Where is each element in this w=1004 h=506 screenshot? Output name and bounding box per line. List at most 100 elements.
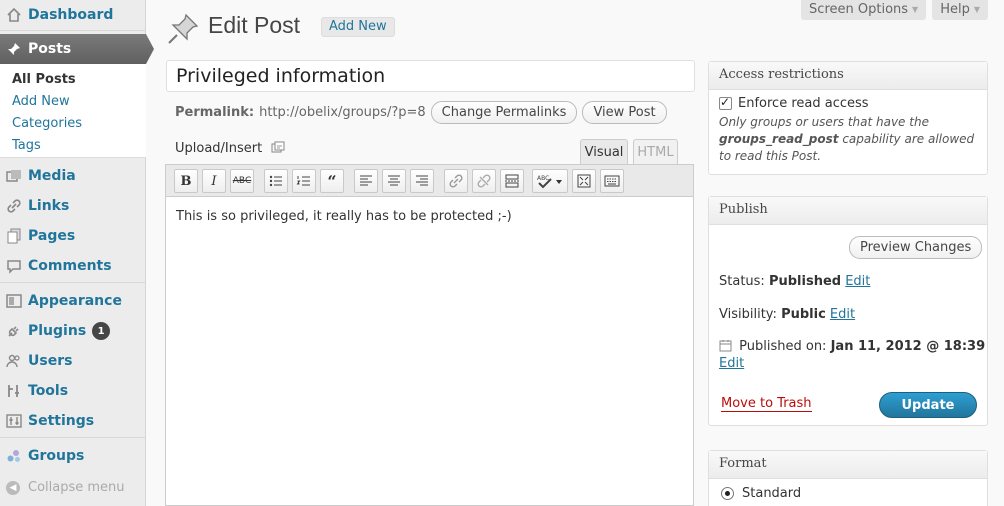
menu-dashboard[interactable]: Dashboard (0, 0, 146, 30)
home-icon (6, 7, 22, 23)
edit-visibility-link[interactable]: Edit (830, 307, 855, 322)
menu-groups-label: Groups (28, 448, 85, 464)
menu-plugins-label: Plugins (28, 323, 87, 339)
menu-settings-label: Settings (28, 413, 95, 429)
published-on-value: Jan 11, 2012 @ 18:39 (830, 339, 986, 354)
unlink-icon (477, 174, 491, 188)
access-restrictions-box: Access restrictions Enforce read access … (708, 61, 988, 175)
menu-links[interactable]: Links (0, 191, 146, 221)
menu-users[interactable]: Users (0, 346, 146, 376)
posts-submenu: All Posts Add New Categories Tags (0, 64, 146, 158)
pages-icon (6, 228, 22, 244)
insert-link-button[interactable] (444, 169, 468, 193)
align-right-icon (416, 175, 428, 186)
kitchen-sink-button[interactable] (600, 169, 624, 193)
menu-dashboard-label: Dashboard (28, 7, 114, 23)
menu-pages[interactable]: Pages (0, 221, 146, 251)
menu-plugins[interactable]: Plugins 1 (0, 316, 146, 346)
editor-content-area[interactable]: This is so privileged, it really has to … (166, 197, 693, 236)
publish-box: Publish Preview Changes Status: Publishe… (708, 196, 988, 426)
unlink-button[interactable] (472, 169, 496, 193)
bold-button[interactable]: B (174, 169, 198, 193)
pushpin-icon (166, 12, 200, 46)
enforce-read-access-label: Enforce read access (738, 96, 869, 111)
menu-posts[interactable]: Posts (0, 34, 154, 64)
groups-icon (6, 448, 22, 464)
fullscreen-button[interactable] (572, 169, 596, 193)
submenu-add-new[interactable]: Add New (12, 94, 70, 109)
screen-options-label: Screen Options (809, 2, 909, 17)
screen-options-button[interactable]: Screen Options ▼ (801, 0, 927, 20)
upload-insert: Upload/Insert (175, 140, 286, 156)
add-new-button[interactable]: Add New (321, 17, 395, 37)
align-left-button[interactable] (354, 169, 378, 193)
menu-users-label: Users (28, 353, 73, 369)
bullet-list-button[interactable] (264, 169, 288, 193)
numbered-list-icon (296, 176, 310, 186)
plug-icon (6, 323, 22, 339)
menu-comments[interactable]: Comments (0, 251, 146, 281)
help-button[interactable]: Help ▼ (932, 0, 988, 20)
status-row: Status: Published Edit (719, 274, 870, 289)
submenu-categories[interactable]: Categories (12, 116, 82, 131)
menu-appearance[interactable]: Appearance (0, 286, 146, 316)
numbered-list-button[interactable] (292, 169, 316, 193)
menu-tools[interactable]: Tools (0, 376, 146, 406)
chevron-down-icon: ▼ (912, 5, 919, 14)
menu-separator (0, 437, 146, 438)
insert-more-button[interactable] (500, 169, 524, 193)
access-restrictions-title: Access restrictions (709, 62, 987, 90)
users-icon (6, 353, 22, 369)
add-media-icon[interactable] (270, 140, 286, 156)
status-label: Status: (719, 274, 765, 289)
format-option-standard: Standard (709, 479, 987, 506)
move-to-trash-link[interactable]: Move to Trash (721, 396, 812, 412)
collapse-menu-button[interactable]: ◀ Collapse menu (6, 480, 125, 495)
visibility-row: Visibility: Public Edit (719, 307, 855, 322)
spellcheck-icon: ABC (537, 175, 562, 189)
upload-insert-label: Upload/Insert (175, 140, 263, 156)
settings-icon (6, 413, 22, 429)
align-right-button[interactable] (410, 169, 434, 193)
align-center-button[interactable] (382, 169, 406, 193)
tab-visual[interactable]: Visual (580, 139, 628, 164)
menu-groups[interactable]: Groups (0, 441, 146, 471)
edit-status-link[interactable]: Edit (845, 274, 870, 289)
edit-date-link[interactable]: Edit (719, 356, 744, 371)
menu-pages-label: Pages (28, 228, 76, 244)
menu-settings[interactable]: Settings (0, 406, 146, 436)
spellcheck-button[interactable]: ABC (532, 169, 568, 193)
comment-bubble-icon (6, 258, 22, 274)
submenu-all-posts[interactable]: All Posts (12, 72, 76, 87)
svg-text:ABC: ABC (537, 175, 549, 182)
pin-icon (6, 41, 22, 57)
italic-button[interactable]: I (202, 169, 226, 193)
align-left-icon (360, 175, 372, 186)
menu-media[interactable]: Media (0, 161, 146, 191)
access-description: Only groups or users that have the group… (719, 114, 977, 165)
post-title-input[interactable]: Privileged information (166, 60, 695, 92)
strikethrough-button[interactable]: ABC (230, 169, 254, 193)
tab-html[interactable]: HTML (633, 139, 678, 164)
menu-posts-label: Posts (28, 41, 72, 57)
enforce-read-access-checkbox[interactable] (719, 95, 732, 110)
align-center-icon (388, 175, 400, 186)
preview-changes-button[interactable]: Preview Changes (849, 236, 983, 259)
edit-date-row: Edit (719, 356, 744, 371)
submenu-tags[interactable]: Tags (12, 138, 41, 153)
keyboard-icon (604, 175, 620, 187)
more-tag-icon (505, 174, 519, 188)
menu-separator (0, 30, 146, 31)
change-permalinks-button[interactable]: Change Permalinks (430, 101, 578, 124)
plugins-update-badge: 1 (92, 322, 111, 340)
menu-appearance-label: Appearance (28, 293, 122, 309)
update-button[interactable]: Update (879, 392, 977, 418)
permalink-url[interactable]: http://obelix/groups/?p=8 (259, 105, 426, 120)
visibility-label: Visibility: (719, 307, 777, 322)
access-desc-part1: Only groups or users that have the (719, 115, 929, 129)
view-post-button[interactable]: View Post (582, 101, 667, 124)
published-on-label: Published on: (739, 339, 827, 354)
blockquote-button[interactable]: “ (320, 169, 344, 193)
format-standard-radio[interactable] (721, 487, 734, 500)
post-editor: B I ABC “ ABC This is so privileged, it … (165, 164, 694, 506)
